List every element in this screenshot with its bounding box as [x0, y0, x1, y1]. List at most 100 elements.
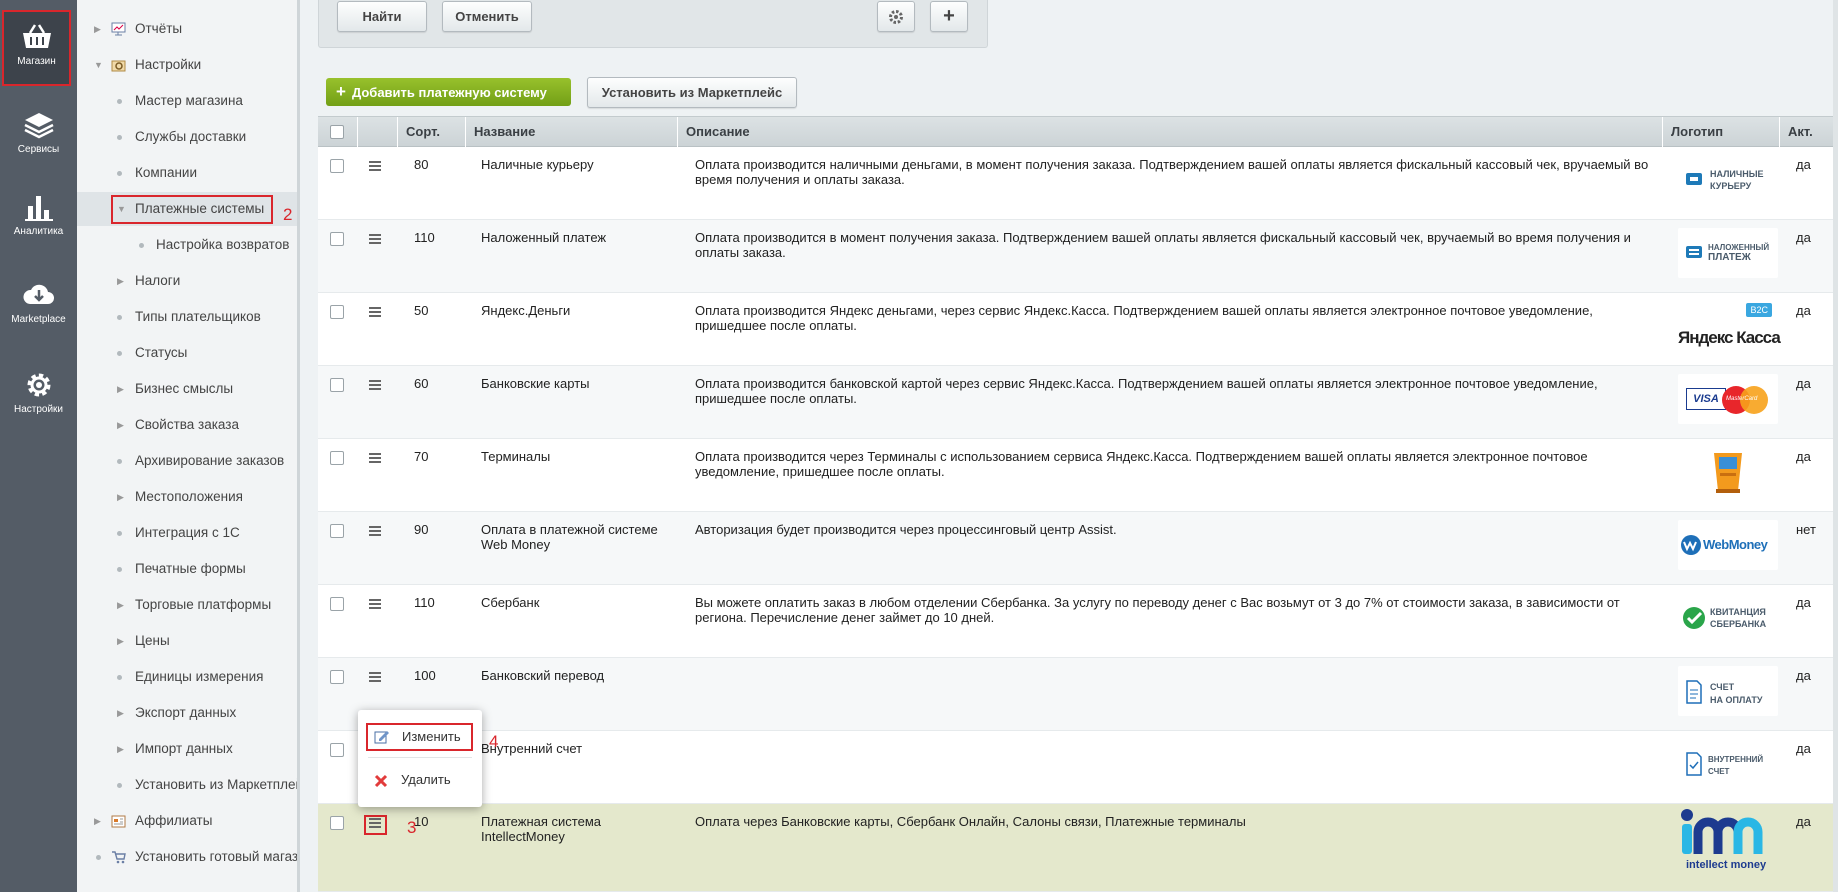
menu-item-1c-integration[interactable]: Интеграция с 1С	[77, 516, 298, 550]
table-row[interactable]: 110 Наложенный платеж Оплата производитс…	[318, 220, 1838, 293]
table-row[interactable]: 50 Яндекс.Деньги Оплата производится Янд…	[318, 293, 1838, 366]
row-checkbox[interactable]	[330, 743, 344, 757]
table-row[interactable]: 70 Терминалы Оплата производится через Т…	[318, 439, 1838, 512]
leftbar-shop[interactable]: Магазин	[2, 10, 71, 86]
menu-item-delivery[interactable]: Службы доставки	[77, 120, 298, 154]
basket-icon	[22, 24, 51, 48]
row-description: Оплата производится через Терминалы с ис…	[695, 449, 1588, 479]
row-checkbox[interactable]	[330, 378, 344, 392]
row-checkbox[interactable]	[330, 597, 344, 611]
header-description[interactable]: Описание	[678, 117, 1663, 147]
logo-text: intellect money	[1686, 859, 1767, 871]
row-checkbox[interactable]	[330, 451, 344, 465]
row-checkbox[interactable]	[330, 816, 344, 830]
row-logo: НАЛИЧНЫЕ КУРЬЕРУ	[1678, 155, 1778, 205]
row-menu-icon[interactable]	[369, 599, 381, 609]
menu-item-prices[interactable]: ▶ Цены	[77, 624, 298, 658]
menu-item-units[interactable]: Единицы измерения	[77, 660, 298, 694]
logo-text: ПЛАТЕЖ	[1708, 252, 1751, 263]
row-active: да	[1796, 668, 1811, 683]
annotation-box-payment-systems	[111, 195, 273, 224]
leftbar-services[interactable]: Сервисы	[0, 110, 77, 155]
mastercard-text: MasterCard	[1726, 396, 1758, 402]
filter-settings-button[interactable]	[877, 1, 915, 32]
menu-item-trade-platforms[interactable]: ▶ Торговые платформы	[77, 588, 298, 622]
menu-item-refund-settings[interactable]: Настройка возвратов	[77, 228, 298, 262]
row-checkbox[interactable]	[330, 232, 344, 246]
table-row-highlighted[interactable]: 10 Платежная система IntellectMoney Опла…	[318, 804, 1838, 892]
row-active: да	[1796, 157, 1811, 172]
table-row[interactable]: 100 Банковский перевод СЧЕТ НА ОПЛАТУ да	[318, 658, 1838, 731]
row-menu-icon[interactable]	[369, 672, 381, 682]
menu-item-order-archive[interactable]: Архивирование заказов	[77, 444, 298, 478]
row-menu-icon[interactable]	[369, 307, 381, 317]
leftbar-label: Настройки	[13, 404, 64, 415]
logo-text: Яндекс Касса	[1678, 328, 1781, 347]
table-row[interactable]: 110 Сбербанк Вы можете оплатить заказ в …	[318, 585, 1838, 658]
leftbar-label: Marketplace	[11, 314, 66, 325]
logo-text: НАЛОЖЕННЫЙ	[1708, 243, 1770, 252]
delete-menu-item[interactable]: Удалить	[366, 767, 472, 793]
row-checkbox[interactable]	[330, 159, 344, 173]
gear-icon	[27, 373, 50, 397]
menu-item-reports[interactable]: ▶ Отчёты	[77, 12, 298, 46]
menu-item-settings[interactable]: ▼ Настройки	[77, 48, 298, 82]
row-name: Банковский перевод	[481, 668, 605, 683]
row-checkbox[interactable]	[330, 670, 344, 684]
sberbank-icon	[1683, 607, 1705, 629]
menu-item-payer-types[interactable]: Типы плательщиков	[77, 300, 298, 334]
install-from-marketplace-button[interactable]: Установить из Маркетплейс	[587, 77, 797, 108]
menu-item-affiliates[interactable]: ▶ Аффилиаты	[77, 804, 298, 838]
leftbar-settings[interactable]: Настройки	[0, 370, 77, 415]
leftbar-marketplace[interactable]: Marketplace	[0, 280, 77, 325]
find-button[interactable]: Найти	[337, 1, 427, 32]
menu-item-taxes[interactable]: ▶ Налоги	[77, 264, 298, 298]
add-filter-button[interactable]: +	[930, 1, 968, 32]
row-active: да	[1796, 814, 1811, 829]
row-menu-icon[interactable]	[369, 526, 381, 536]
menu-item-print-forms[interactable]: Печатные формы	[77, 552, 298, 586]
internal-account-icon	[1686, 752, 1702, 776]
leftbar-label: Сервисы	[17, 144, 60, 155]
header-active[interactable]: Акт.	[1780, 117, 1838, 147]
row-menu-icon[interactable]	[369, 234, 381, 244]
header-logo[interactable]: Логотип	[1663, 117, 1780, 147]
row-menu-icon[interactable]	[369, 161, 381, 171]
row-checkbox[interactable]	[330, 305, 344, 319]
menu-item-statuses[interactable]: Статусы	[77, 336, 298, 370]
header-sort[interactable]: Сорт.	[398, 117, 466, 147]
row-checkbox[interactable]	[330, 524, 344, 538]
invoice-icon	[1686, 680, 1702, 704]
plus-icon: +	[943, 5, 955, 27]
menu-scrollbar[interactable]	[297, 0, 300, 892]
header-name[interactable]: Название	[466, 117, 678, 147]
add-payment-system-button[interactable]: + Добавить платежную систему	[326, 78, 571, 106]
menu-item-install-shop[interactable]: Установить готовый магазин	[77, 840, 298, 874]
layers-icon	[23, 113, 54, 139]
leftbar-analytics[interactable]: Аналитика	[0, 192, 77, 237]
logo-badge: B2C	[1746, 303, 1772, 317]
plus-icon: +	[336, 82, 346, 101]
row-sort: 90	[414, 522, 429, 537]
terminal-icon	[1714, 453, 1742, 493]
row-menu-icon[interactable]	[369, 380, 381, 390]
table-row[interactable]: Внутренний счет ВНУТРЕННИЙ СЧЕТ да	[318, 731, 1838, 804]
table-row[interactable]: 80 Наличные курьеру Оплата производится …	[318, 147, 1838, 220]
cancel-button[interactable]: Отменить	[442, 1, 532, 32]
row-menu-icon[interactable]	[369, 453, 381, 463]
menu-item-order-properties[interactable]: ▶ Свойства заказа	[77, 408, 298, 442]
select-all-checkbox[interactable]	[330, 125, 344, 139]
menu-item-locations[interactable]: ▶ Местоположения	[77, 480, 298, 514]
table-row[interactable]: 60 Банковские карты Оплата производится …	[318, 366, 1838, 439]
menu-item-data-import[interactable]: ▶ Импорт данных	[77, 732, 298, 766]
page-scrollbar[interactable]	[1833, 0, 1838, 892]
annotation-4: 4	[489, 732, 499, 751]
menu-item-install-marketplace[interactable]: Установить из Маркетплейс	[77, 768, 298, 802]
table-row[interactable]: 90 Оплата в платежной системе Web Money …	[318, 512, 1838, 585]
menu-item-data-export[interactable]: ▶ Экспорт данных	[77, 696, 298, 730]
logo-text: СЧЕТ	[1710, 682, 1735, 692]
menu-item-business-meanings[interactable]: ▶ Бизнес смыслы	[77, 372, 298, 406]
menu-item-companies[interactable]: Компании	[77, 156, 298, 190]
row-active: да	[1796, 449, 1811, 464]
menu-item-shop-wizard[interactable]: Мастер магазина	[77, 84, 298, 118]
